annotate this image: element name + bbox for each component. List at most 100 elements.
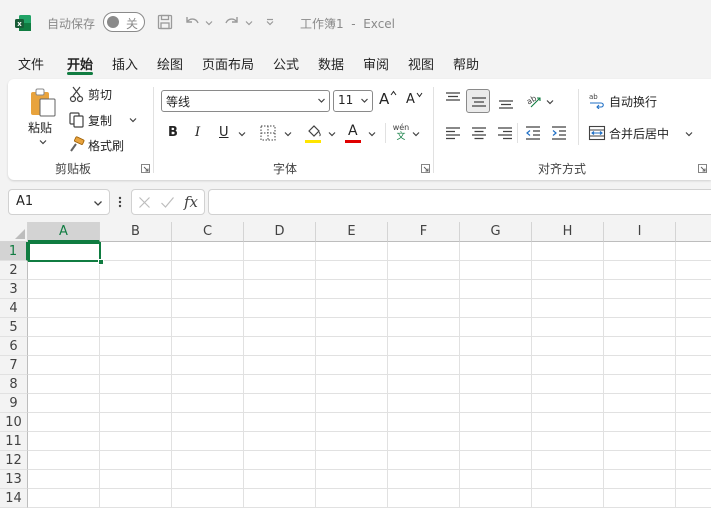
cell[interactable] [28,261,100,280]
cell[interactable] [460,337,532,356]
cell[interactable] [460,261,532,280]
orientation-icon[interactable]: ab [525,91,543,109]
cell[interactable] [460,413,532,432]
cell[interactable] [28,394,100,413]
cell[interactable] [100,280,172,299]
cut-label[interactable]: 剪切 [88,86,112,103]
cell[interactable] [28,318,100,337]
cell[interactable] [172,318,244,337]
merge-center-label[interactable]: 合并后居中 [609,125,669,142]
cell[interactable] [28,413,100,432]
cell[interactable] [532,432,604,451]
cell[interactable] [172,356,244,375]
paste-dropdown-icon[interactable] [39,138,47,146]
cell[interactable] [532,242,604,261]
column-header-h[interactable]: H [532,222,604,242]
cell[interactable] [388,337,460,356]
cell[interactable] [316,470,388,489]
align-center-icon[interactable] [470,124,488,142]
cell[interactable] [388,280,460,299]
font-color-button[interactable]: A [348,123,358,139]
column-header-i[interactable]: I [604,222,676,242]
cell[interactable] [316,318,388,337]
row-header-8[interactable]: 8 [0,375,28,394]
cell[interactable] [388,318,460,337]
cell[interactable] [316,261,388,280]
save-icon[interactable] [156,13,174,31]
wrap-text-label[interactable]: 自动换行 [609,93,657,110]
cell[interactable] [388,299,460,318]
insert-function-button[interactable]: fx [184,193,198,211]
cell[interactable] [316,375,388,394]
cell[interactable] [388,413,460,432]
cell[interactable] [388,375,460,394]
cell[interactable] [388,451,460,470]
cell[interactable] [604,413,676,432]
cell[interactable] [388,356,460,375]
cell[interactable] [532,261,604,280]
row-header-12[interactable]: 12 [0,451,28,470]
cell[interactable] [244,432,316,451]
cell[interactable] [100,242,172,261]
cell[interactable] [28,451,100,470]
cell[interactable] [244,261,316,280]
cell[interactable] [28,489,100,508]
cell[interactable] [100,394,172,413]
cell[interactable] [676,242,711,261]
paste-label[interactable]: 粘贴 [28,119,52,136]
cell[interactable] [172,413,244,432]
cell[interactable] [244,394,316,413]
row-header-9[interactable]: 9 [0,394,28,413]
cell[interactable] [532,299,604,318]
align-middle-button[interactable] [466,89,490,113]
copy-label[interactable]: 复制 [88,112,112,129]
cell[interactable] [172,280,244,299]
row-header-6[interactable]: 6 [0,337,28,356]
row-header-7[interactable]: 7 [0,356,28,375]
cell[interactable] [28,280,100,299]
cell[interactable] [676,489,711,508]
cell[interactable] [460,489,532,508]
cell[interactable] [316,394,388,413]
align-top-icon[interactable] [444,90,462,108]
format-painter-icon[interactable] [68,136,86,154]
row-header-13[interactable]: 13 [0,470,28,489]
cell[interactable] [676,470,711,489]
tab-page-layout[interactable]: 页面布局 [202,54,254,73]
cell[interactable] [676,375,711,394]
cell[interactable] [28,432,100,451]
cell[interactable] [460,356,532,375]
font-name-select[interactable]: 等线 [161,90,330,112]
cell[interactable] [100,318,172,337]
enter-check-icon[interactable] [160,196,175,209]
cell[interactable] [604,394,676,413]
cell[interactable] [532,280,604,299]
column-header-b[interactable]: B [100,222,172,242]
cell[interactable] [460,394,532,413]
fill-handle[interactable] [98,259,104,265]
active-cell-outline[interactable] [28,242,101,262]
cell[interactable] [676,451,711,470]
cell[interactable] [244,451,316,470]
cell[interactable] [604,280,676,299]
cell[interactable] [172,470,244,489]
cell[interactable] [316,337,388,356]
cell[interactable] [100,470,172,489]
cell[interactable] [316,432,388,451]
customize-toolbar-icon[interactable] [266,18,274,26]
cell[interactable] [244,356,316,375]
row-header-4[interactable]: 4 [0,299,28,318]
phonetic-guide-button[interactable]: wén 文 [391,123,411,143]
tab-help[interactable]: 帮助 [453,54,479,73]
cell[interactable] [100,451,172,470]
cell[interactable] [388,432,460,451]
column-header-g[interactable]: G [460,222,532,242]
cell[interactable] [172,394,244,413]
underline-button[interactable]: U [219,125,229,140]
cell[interactable] [460,375,532,394]
borders-icon[interactable] [259,124,277,142]
cell[interactable] [532,337,604,356]
cell[interactable] [388,261,460,280]
redo-dropdown-icon[interactable] [245,19,253,27]
cell[interactable] [388,242,460,261]
